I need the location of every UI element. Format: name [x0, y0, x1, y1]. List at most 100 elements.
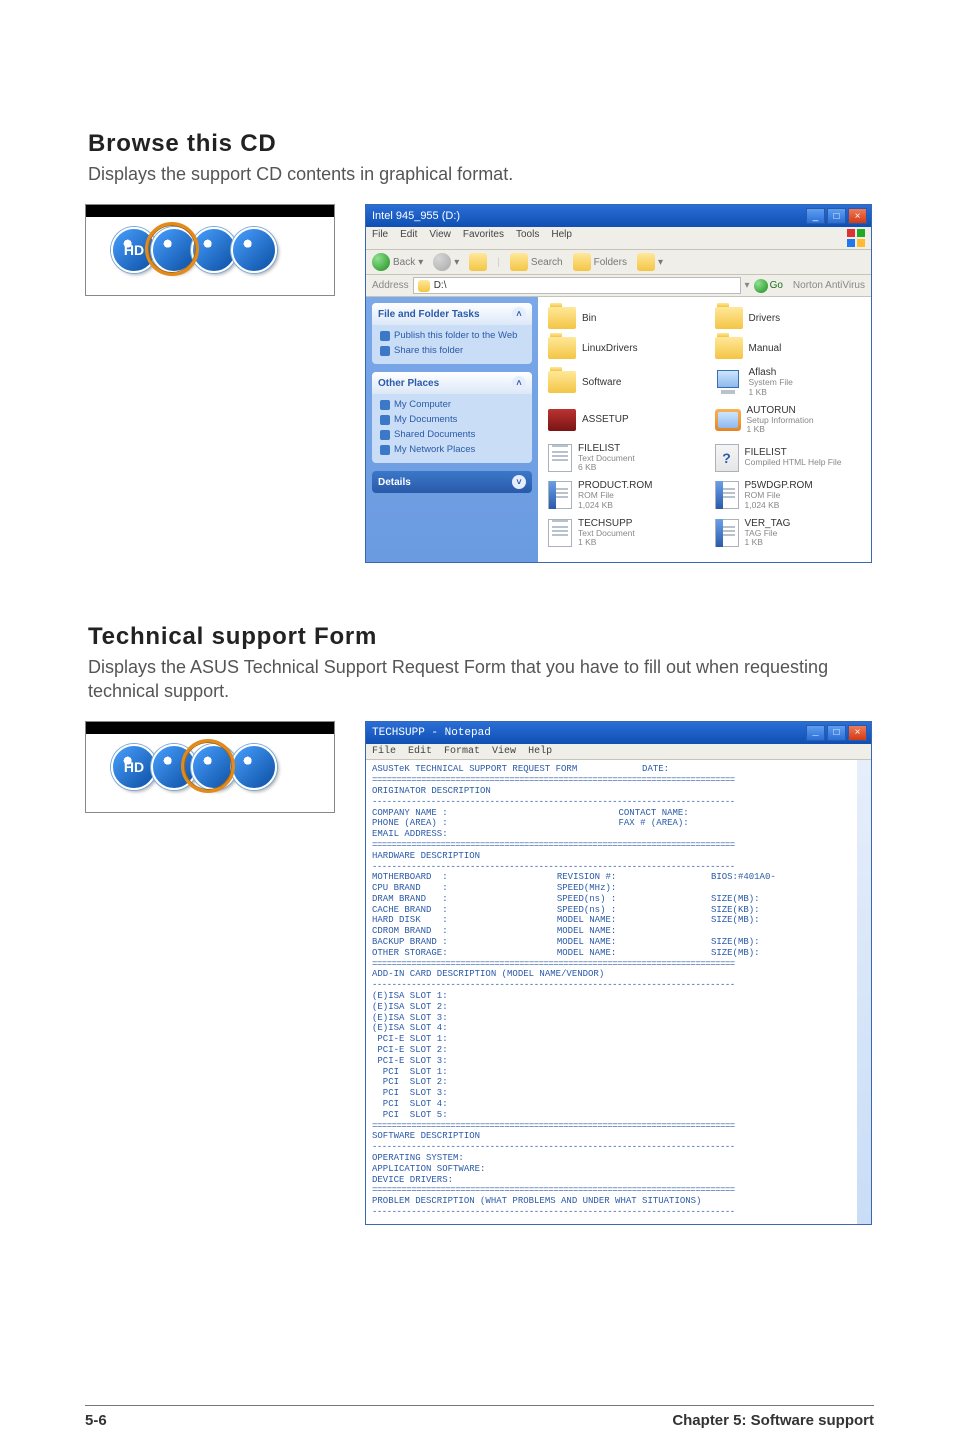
item-name: Software	[582, 377, 621, 388]
item-text: Bin	[582, 313, 596, 324]
back-label: Back	[393, 257, 415, 268]
content-item[interactable]: Manual	[715, 337, 862, 359]
place-item[interactable]: My Network Places	[380, 442, 524, 457]
place-item[interactable]: My Documents	[380, 412, 524, 427]
back-button[interactable]: Back ▾	[372, 253, 423, 271]
content-item[interactable]: FILELISTText Document 6 KB	[548, 443, 695, 473]
content-item[interactable]: ASSETUP	[548, 405, 695, 435]
notepad-window: TECHSUPP - Notepad _ □ × File Edit Forma…	[365, 721, 872, 1224]
content-item[interactable]: PRODUCT.ROMROM File 1,024 KB	[548, 480, 695, 510]
chm-icon	[715, 444, 739, 472]
task-item[interactable]: Publish this folder to the Web	[380, 328, 524, 343]
place-item[interactable]: My Computer	[380, 397, 524, 412]
up-button[interactable]	[469, 253, 487, 271]
content-item[interactable]: AflashSystem File 1 KB	[715, 367, 862, 397]
item-sub: ROM File 1,024 KB	[578, 491, 652, 510]
menu-file[interactable]: File	[372, 746, 396, 757]
app-icon	[715, 409, 741, 431]
separator: ========================================…	[372, 1121, 865, 1132]
item-text: AUTORUNSetup Information 1 KB	[747, 405, 814, 435]
place-item[interactable]: Shared Documents	[380, 427, 524, 442]
go-label: Go	[770, 280, 783, 291]
content-item[interactable]: TECHSUPPText Document 1 KB	[548, 518, 695, 548]
content-item[interactable]: FILELISTCompiled HTML Help File	[715, 443, 862, 473]
content-item[interactable]: AUTORUNSetup Information 1 KB	[715, 405, 862, 435]
search-button[interactable]: Search	[510, 253, 563, 271]
close-button[interactable]: ×	[848, 725, 867, 741]
content-item[interactable]: Bin	[548, 307, 695, 329]
sw-header: SOFTWARE DESCRIPTION	[372, 1131, 865, 1142]
orig-right: CONTACT NAME: FAX # (AREA):	[619, 808, 866, 840]
details-title: Details	[378, 477, 411, 488]
go-button[interactable]: Go	[754, 279, 783, 293]
views-icon	[637, 253, 655, 271]
content-item[interactable]: P5WDGP.ROMROM File 1,024 KB	[715, 480, 862, 510]
menu-tools[interactable]: Tools	[516, 229, 539, 247]
forward-button[interactable]: ▾	[433, 253, 459, 271]
menu-view[interactable]: View	[429, 229, 451, 247]
maximize-button[interactable]: □	[827, 208, 846, 224]
menu-help[interactable]: Help	[551, 229, 572, 247]
sw-body: OPERATING SYSTEM: APPLICATION SOFTWARE: …	[372, 1153, 865, 1185]
chevron-up-icon: ˄	[512, 307, 526, 321]
content-item[interactable]: LinuxDrivers	[548, 337, 695, 359]
explorer-title: Intel 945_955 (D:)	[370, 210, 804, 222]
item-text: Software	[582, 377, 621, 388]
content-item[interactable]: VER_TAGTAG File 1 KB	[715, 518, 862, 548]
menu-edit[interactable]: Edit	[408, 746, 432, 757]
content-item[interactable]: Software	[548, 367, 695, 397]
maximize-button[interactable]: □	[827, 725, 846, 741]
menu-view[interactable]: View	[492, 746, 516, 757]
item-sub: ROM File 1,024 KB	[745, 491, 813, 510]
drive-icon	[418, 280, 430, 292]
item-sub: Text Document 6 KB	[578, 454, 635, 473]
links-label[interactable]: Norton AntiVirus	[793, 280, 865, 291]
notepad-titlebar: TECHSUPP - Notepad _ □ ×	[366, 722, 871, 744]
highlight-ring-icon	[145, 222, 199, 276]
content-item[interactable]: Drivers	[715, 307, 862, 329]
driver-cd-thumbnail: HD	[85, 204, 335, 296]
browse-row: HD Intel 945_955 (D:) _ □ × File	[85, 204, 874, 562]
folders-icon	[573, 253, 591, 271]
textb-icon	[548, 481, 572, 509]
item-text: P5WDGP.ROMROM File 1,024 KB	[745, 480, 813, 510]
places-title: Other Places	[378, 378, 439, 389]
place-label: My Computer	[394, 399, 451, 410]
side-pane: File and Folder Tasks ˄ Publish this fol…	[366, 297, 538, 561]
menu-edit[interactable]: Edit	[400, 229, 417, 247]
minimize-button[interactable]: _	[806, 725, 825, 741]
thumbnail-box: HD	[85, 204, 335, 296]
menu-help[interactable]: Help	[528, 746, 552, 757]
close-button[interactable]: ×	[848, 208, 867, 224]
form-header: ASUSTeK TECHNICAL SUPPORT REQUEST FORM D…	[372, 764, 865, 775]
menu-format[interactable]: Format	[444, 746, 480, 757]
item-name: Drivers	[749, 313, 781, 324]
browse-desc: Displays the support CD contents in grap…	[88, 162, 874, 186]
go-icon	[754, 279, 768, 293]
separator: ----------------------------------------…	[372, 797, 865, 808]
item-sub: Text Document 1 KB	[578, 529, 635, 548]
orb-4	[231, 744, 277, 790]
folders-button[interactable]: Folders	[573, 253, 627, 271]
browse-heading: Browse this CD	[88, 130, 874, 158]
views-button[interactable]: ▾	[637, 253, 663, 271]
hw-cols: MOTHERBOARD : CPU BRAND : DRAM BRAND : C…	[372, 872, 865, 958]
places-panel-head[interactable]: Other Places ˄	[372, 372, 532, 394]
item-sub: Setup Information 1 KB	[747, 416, 814, 435]
notepad-body[interactable]: ASUSTeK TECHNICAL SUPPORT REQUEST FORM D…	[366, 760, 871, 1223]
address-field[interactable]: D:\	[413, 277, 741, 294]
details-panel-head[interactable]: Details ˅	[372, 471, 532, 493]
task-item[interactable]: Share this folder	[380, 343, 524, 358]
text-icon	[548, 519, 572, 547]
separator: ----------------------------------------…	[372, 1142, 865, 1153]
tasks-panel-head[interactable]: File and Folder Tasks ˄	[372, 303, 532, 325]
menu-favorites[interactable]: Favorites	[463, 229, 504, 247]
task-label: Share this folder	[394, 345, 463, 356]
address-value: D:\	[434, 280, 447, 291]
item-text: VER_TAGTAG File 1 KB	[745, 518, 791, 548]
menu-file[interactable]: File	[372, 229, 388, 247]
item-text: ASSETUP	[582, 414, 629, 425]
minimize-button[interactable]: _	[806, 208, 825, 224]
share-icon	[380, 346, 390, 356]
place-label: My Documents	[394, 414, 457, 425]
